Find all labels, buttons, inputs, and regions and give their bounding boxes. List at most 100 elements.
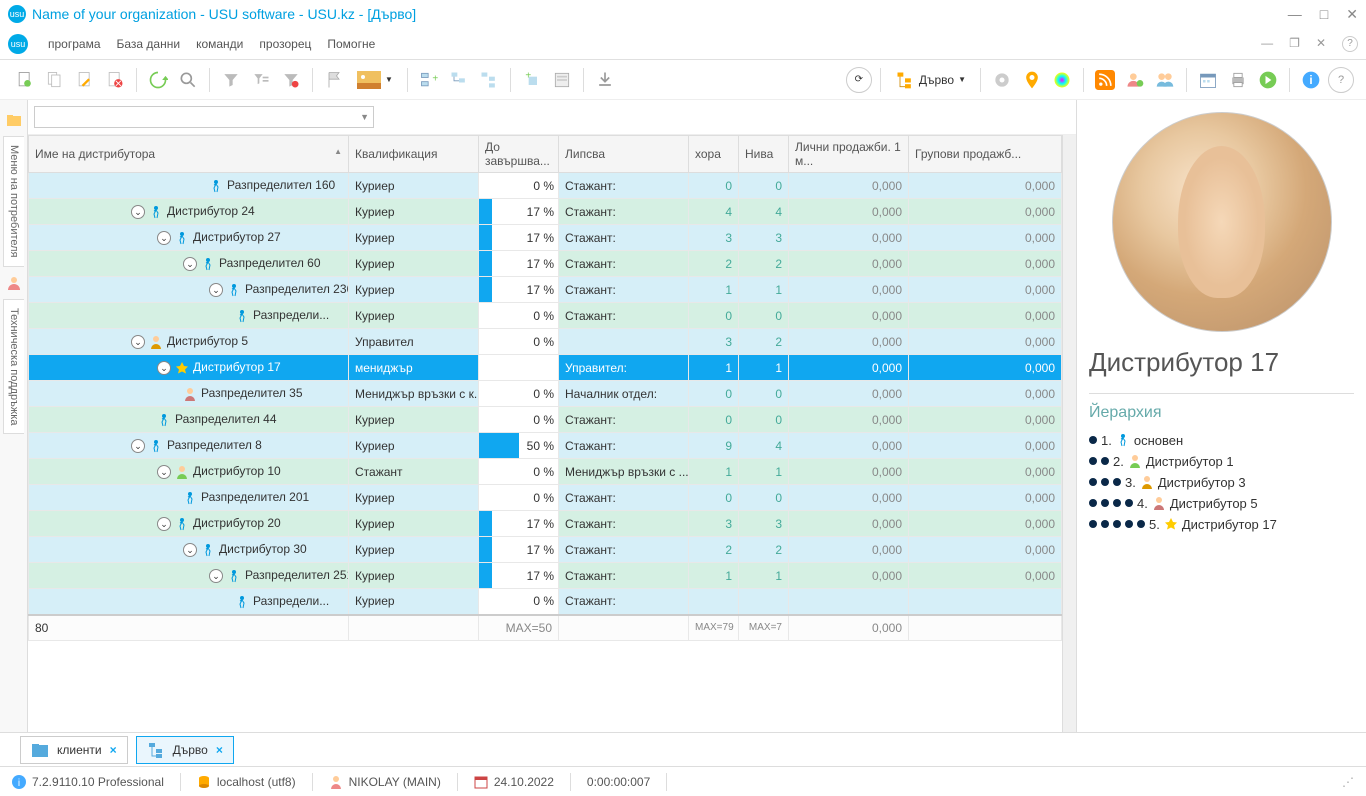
- filter-clear-button[interactable]: [278, 67, 304, 93]
- location-button[interactable]: [1019, 67, 1045, 93]
- hierarchy-item[interactable]: 1. основен: [1089, 430, 1354, 451]
- table-row[interactable]: ⌄Дистрибутор 30 Куриер 17 % Стажант:22 0…: [29, 537, 1062, 563]
- refresh-button[interactable]: [145, 67, 171, 93]
- tree-view2-button[interactable]: [476, 67, 502, 93]
- table-row[interactable]: ⌄Дистрибутор 17 мениджър 0 % Управител:1…: [29, 355, 1062, 381]
- expand-icon[interactable]: ⌄: [209, 283, 223, 297]
- table-row[interactable]: ⌄Дистрибутор 10 Стажант 0 % Мениджър връ…: [29, 459, 1062, 485]
- edit-doc-button[interactable]: [72, 67, 98, 93]
- users-button[interactable]: [1152, 67, 1178, 93]
- col-name[interactable]: Име на дистрибутора: [29, 136, 349, 173]
- table-row[interactable]: Разпредели... Куриер 0 % Стажант:00 0,00…: [29, 303, 1062, 329]
- flag-button[interactable]: [321, 67, 347, 93]
- tab-close-icon[interactable]: ×: [110, 743, 117, 757]
- tree-mode-dropdown[interactable]: Дърво▼: [889, 68, 972, 92]
- tab-clients[interactable]: клиенти ×: [20, 736, 128, 764]
- table-row[interactable]: ⌄Дистрибутор 5 Управител 0 % 32 0,0000,0…: [29, 329, 1062, 355]
- col-missing[interactable]: Липсва: [559, 136, 689, 173]
- col-levels[interactable]: Нива: [739, 136, 789, 173]
- person-icon: [209, 179, 223, 193]
- user-sidebar-icon[interactable]: [6, 275, 22, 291]
- clock-icon[interactable]: ⟳: [846, 67, 872, 93]
- add-node-button[interactable]: +: [519, 67, 545, 93]
- table-row[interactable]: Разпределител 160 Куриер 0 % Стажант:00 …: [29, 173, 1062, 199]
- mdi-minimize-icon[interactable]: —: [1261, 36, 1273, 52]
- table-row[interactable]: Разпределител 35 Мениджър връзки с к... …: [29, 381, 1062, 407]
- expand-icon[interactable]: ⌄: [131, 439, 145, 453]
- table-row[interactable]: ⌄Разпределител 251 Куриер 17 % Стажант:1…: [29, 563, 1062, 589]
- detail-panel: Дистрибутор 17 Йерархия 1. основен 2. Ди…: [1076, 100, 1366, 732]
- expand-icon[interactable]: ⌄: [157, 517, 171, 531]
- table-row[interactable]: ⌄Дистрибутор 27 Куриер 17 % Стажант:33 0…: [29, 225, 1062, 251]
- table-row[interactable]: ⌄Дистрибутор 24 Куриер 17 % Стажант:44 0…: [29, 199, 1062, 225]
- filter-button[interactable]: [218, 67, 244, 93]
- table-row[interactable]: ⌄Разпределител 60 Куриер 17 % Стажант:22…: [29, 251, 1062, 277]
- tree-expand-button[interactable]: +: [416, 67, 442, 93]
- sidebar-tab-support[interactable]: Техническа поддръжка: [3, 299, 24, 434]
- expand-icon[interactable]: ⌄: [157, 465, 171, 479]
- col-people[interactable]: хора: [689, 136, 739, 173]
- info-button[interactable]: i: [1298, 67, 1324, 93]
- menu-program[interactable]: програма: [48, 37, 101, 51]
- tab-close-icon[interactable]: ×: [216, 743, 223, 757]
- table-row[interactable]: ⌄Разпределител 8 Куриер 50 % Стажант:94 …: [29, 433, 1062, 459]
- hierarchy-item[interactable]: 3. Дистрибутор 3: [1089, 472, 1354, 493]
- vertical-scrollbar[interactable]: [1062, 135, 1076, 732]
- expand-icon[interactable]: ⌄: [157, 231, 171, 245]
- person-icon: [235, 309, 249, 323]
- menu-logo-icon: usu: [8, 34, 28, 54]
- calendar-button[interactable]: [1195, 67, 1221, 93]
- resize-grip-icon[interactable]: ⋰: [1342, 775, 1354, 789]
- hierarchy-item[interactable]: 4. Дистрибутор 5: [1089, 493, 1354, 514]
- table-row[interactable]: ⌄Разпределител 236 Куриер 17 % Стажант:1…: [29, 277, 1062, 303]
- image-dropdown[interactable]: ▼: [351, 69, 399, 91]
- close-icon[interactable]: ✕: [1346, 6, 1358, 23]
- tab-tree[interactable]: Дърво ×: [136, 736, 234, 764]
- expand-icon[interactable]: ⌄: [131, 335, 145, 349]
- copy-doc-button[interactable]: [42, 67, 68, 93]
- expand-icon[interactable]: ⌄: [131, 205, 145, 219]
- expand-icon[interactable]: ⌄: [209, 569, 223, 583]
- table-row[interactable]: Разпределител 44 Куриер 0 % Стажант:00 0…: [29, 407, 1062, 433]
- mdi-close-icon[interactable]: ✕: [1316, 36, 1326, 52]
- filter-combo[interactable]: ▼: [34, 106, 374, 128]
- table-row[interactable]: ⌄Дистрибутор 20 Куриер 17 % Стажант:33 0…: [29, 511, 1062, 537]
- rss-button[interactable]: [1092, 67, 1118, 93]
- hierarchy-item[interactable]: 2. Дистрибутор 1: [1089, 451, 1354, 472]
- menu-help[interactable]: Помогне: [327, 37, 375, 51]
- user-edit-button[interactable]: [1122, 67, 1148, 93]
- go-button[interactable]: [1255, 67, 1281, 93]
- col-personal[interactable]: Лични продажби. 1 м...: [789, 136, 909, 173]
- maximize-icon[interactable]: □: [1320, 6, 1328, 23]
- menu-window[interactable]: прозорец: [259, 37, 311, 51]
- gear-button[interactable]: [989, 67, 1015, 93]
- help-button[interactable]: ?: [1328, 67, 1354, 93]
- col-complete[interactable]: До завършва...: [479, 136, 559, 173]
- new-doc-button[interactable]: [12, 67, 38, 93]
- delete-doc-button[interactable]: [102, 67, 128, 93]
- col-qual[interactable]: Квалификация: [349, 136, 479, 173]
- tree-view1-button[interactable]: [446, 67, 472, 93]
- color-button[interactable]: [1049, 67, 1075, 93]
- menu-commands[interactable]: команди: [196, 37, 243, 51]
- data-grid[interactable]: Име на дистрибутора Квалификация До завъ…: [28, 135, 1062, 732]
- menu-database[interactable]: База данни: [117, 37, 181, 51]
- mdi-help-icon[interactable]: ?: [1342, 36, 1358, 52]
- table-row[interactable]: Разпределител 201 Куриер 0 % Стажант:00 …: [29, 485, 1062, 511]
- hierarchy-item[interactable]: 5. Дистрибутор 17: [1089, 514, 1354, 535]
- folder-icon[interactable]: [6, 112, 22, 128]
- mdi-restore-icon[interactable]: ❐: [1289, 36, 1300, 52]
- minimize-icon[interactable]: —: [1288, 6, 1302, 23]
- download-button[interactable]: [592, 67, 618, 93]
- expand-icon[interactable]: ⌄: [183, 257, 197, 271]
- expand-icon[interactable]: ⌄: [157, 361, 171, 375]
- search-button[interactable]: [175, 67, 201, 93]
- print-button[interactable]: [1225, 67, 1251, 93]
- col-group[interactable]: Групови продажб...: [909, 136, 1062, 173]
- form-button[interactable]: [549, 67, 575, 93]
- table-row[interactable]: Разпредели... Куриер 0 % Стажант:: [29, 589, 1062, 615]
- filter-list-button[interactable]: [248, 67, 274, 93]
- sidebar-tab-user-menu[interactable]: Меню на потребителя: [3, 136, 24, 267]
- expand-icon[interactable]: ⌄: [183, 543, 197, 557]
- avatar-image: [1112, 112, 1332, 332]
